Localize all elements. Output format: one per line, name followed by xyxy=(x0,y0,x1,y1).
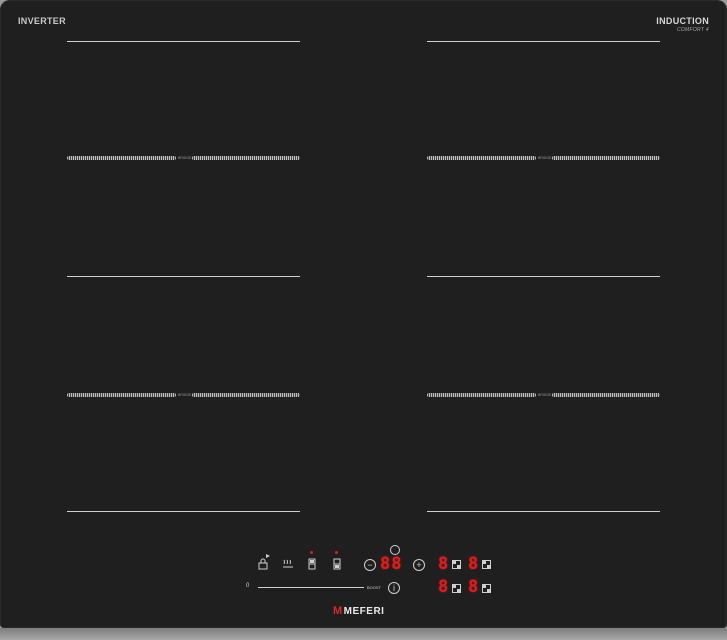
right-bridge-label-1: BRIDGE xyxy=(538,156,552,160)
left-zone-bridge-line-2a xyxy=(67,393,176,397)
left-bridge-label-2: BRIDGE xyxy=(178,393,192,397)
cooktop-glass: INVERTER INDUCTION COMFORT 4 BRIDGE BRID… xyxy=(0,0,727,628)
induction-title: INDUCTION xyxy=(656,16,709,26)
right-bridge-label-2: BRIDGE xyxy=(538,393,552,397)
zone-display-rear-right: 8 xyxy=(468,577,480,597)
flex-zone-left-icon[interactable] xyxy=(308,558,316,570)
left-zone-bottom-line xyxy=(67,511,300,512)
right-zone-bridge-line-2a xyxy=(427,393,536,397)
keep-warm-icon[interactable] xyxy=(282,558,294,570)
slider-boost-label: BOOST xyxy=(367,585,382,590)
slider-min-label: 0 xyxy=(246,583,250,589)
zone-display-front-right: 8 xyxy=(468,554,480,574)
zone-indicator-icon[interactable] xyxy=(452,584,461,593)
plus-icon[interactable]: + xyxy=(413,559,425,571)
logo-mark: M xyxy=(333,605,343,617)
info-icon[interactable]: i xyxy=(388,582,400,594)
zone-right-indicator-dot xyxy=(335,551,338,554)
brand-logo: MMEFERI xyxy=(333,605,384,617)
left-zone-middle-line xyxy=(67,276,300,277)
flex-zone-right-icon[interactable] xyxy=(333,558,341,570)
right-zone-bridge-line-1a xyxy=(427,156,536,160)
zone-left-indicator-dot xyxy=(310,551,313,554)
right-zone-bridge-line-1b xyxy=(552,156,660,160)
left-zone-top-line xyxy=(67,41,300,42)
right-zone-top-line xyxy=(427,41,660,42)
zone-indicator-icon[interactable] xyxy=(482,584,491,593)
zone-indicator-icon[interactable] xyxy=(482,560,491,569)
zone-display-rear-left: 8 xyxy=(438,577,450,597)
right-zone-bridge-line-2b xyxy=(552,393,660,397)
power-slider[interactable] xyxy=(258,587,364,588)
zone-display-front-left: 8 xyxy=(438,554,450,574)
lock-icon[interactable] xyxy=(258,558,268,570)
left-zone-bridge-line-1a xyxy=(67,156,176,160)
lock-indicator-icon xyxy=(266,554,270,558)
right-zone-bottom-line xyxy=(427,511,660,512)
inverter-label: INVERTER xyxy=(18,16,66,26)
logo-text: MEFERI xyxy=(343,606,385,617)
zone-indicator-icon[interactable] xyxy=(452,560,461,569)
minus-icon[interactable]: − xyxy=(364,559,376,571)
left-zone-bridge-line-1b xyxy=(192,156,300,160)
induction-label: INDUCTION COMFORT 4 xyxy=(656,16,709,33)
left-bridge-label-1: BRIDGE xyxy=(178,156,192,160)
left-zone-bridge-line-2b xyxy=(192,393,300,397)
right-zone-middle-line xyxy=(427,276,660,277)
cooktop-edge-shadow xyxy=(0,628,727,640)
timer-display: 88 xyxy=(380,554,403,574)
induction-subtitle: COMFORT 4 xyxy=(676,27,709,33)
